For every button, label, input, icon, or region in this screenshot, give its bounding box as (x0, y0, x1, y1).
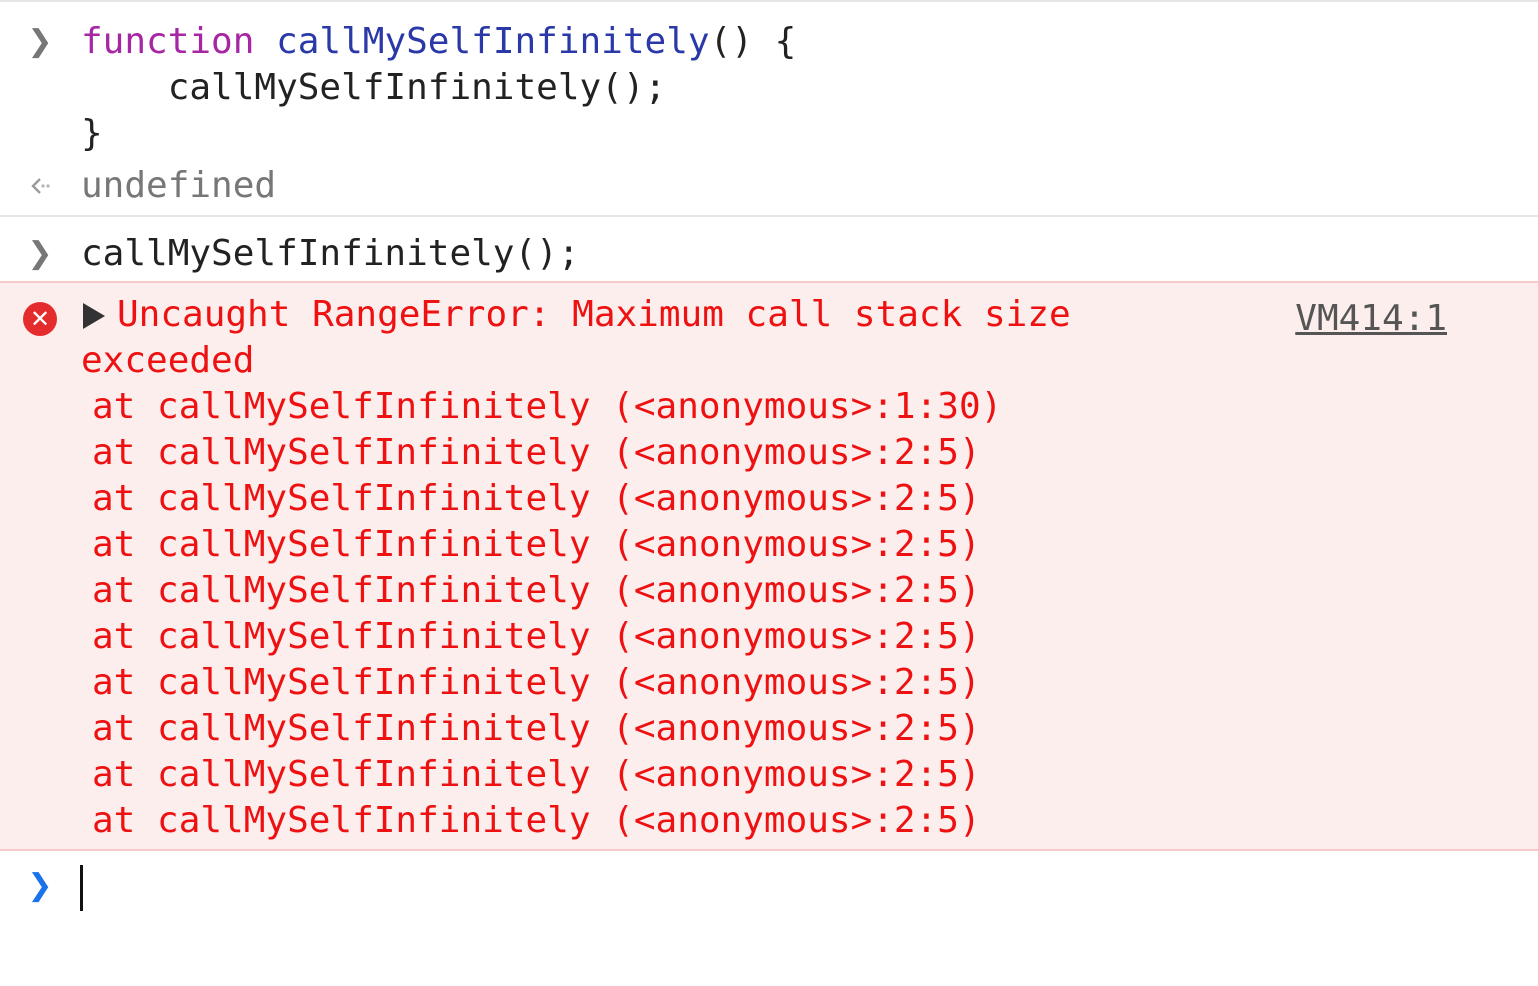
input-prompt-icon: ❯ (27, 236, 53, 271)
console-input-message: ❯ function callMySelfInfinitely() { call… (0, 2, 1538, 163)
input-prompt-icon: ❯ (27, 24, 53, 59)
active-prompt-icon: ❯ (27, 868, 53, 903)
function-name-token: callMySelfInfinitely (276, 21, 710, 62)
return-arrow-icon (22, 163, 58, 209)
stack-frame[interactable]: at callMySelfInfinitely (<anonymous>:2:5… (92, 476, 1538, 522)
devtools-console: ❯ function callMySelfInfinitely() { call… (0, 0, 1538, 986)
text-caret[interactable] (80, 865, 83, 911)
console-input-message: ❯ callMySelfInfinitely(); (0, 217, 1538, 277)
stack-frame[interactable]: at callMySelfInfinitely (<anonymous>:2:5… (92, 430, 1538, 476)
console-prompt[interactable]: ❯ (0, 851, 1538, 961)
console-result-message: undefined (0, 163, 1538, 217)
error-message-text: Uncaught RangeError: Maximum call stack … (117, 294, 1071, 335)
stack-frame[interactable]: at callMySelfInfinitely (<anonymous>:2:5… (92, 522, 1538, 568)
code-line: callMySelfInfinitely(); (81, 67, 667, 108)
stack-frame[interactable]: at callMySelfInfinitely (<anonymous>:1:3… (92, 384, 1538, 430)
source-location-link[interactable]: VM414:1 (1295, 296, 1447, 342)
console-error-message: ✕ VM414:1 Uncaught RangeError: Maximum c… (0, 281, 1538, 851)
stack-frame[interactable]: at callMySelfInfinitely (<anonymous>:2:5… (92, 752, 1538, 798)
result-value: undefined (81, 165, 277, 206)
stack-frame[interactable]: at callMySelfInfinitely (<anonymous>:2:5… (92, 614, 1538, 660)
code-line: callMySelfInfinitely(); (81, 233, 580, 274)
punctuation-token: () { (709, 21, 797, 62)
stack-frame[interactable]: at callMySelfInfinitely (<anonymous>:2:5… (92, 568, 1538, 614)
code-line: } (81, 113, 103, 154)
code-line: function callMySelfInfinitely() { (81, 19, 1538, 65)
stack-frame[interactable]: at callMySelfInfinitely (<anonymous>:2:5… (92, 706, 1538, 752)
keyword-token: function (81, 21, 255, 62)
stack-frame[interactable]: at callMySelfInfinitely (<anonymous>:2:5… (92, 660, 1538, 706)
error-circle-icon: ✕ (22, 296, 58, 342)
stack-frame[interactable]: at callMySelfInfinitely (<anonymous>:2:5… (92, 798, 1538, 844)
error-message-line: exceeded (81, 340, 255, 381)
stack-trace: at callMySelfInfinitely (<anonymous>:1:3… (92, 384, 1538, 844)
code-block: function callMySelfInfinitely() { callMy… (81, 19, 1538, 157)
disclosure-triangle-icon[interactable] (83, 303, 105, 329)
